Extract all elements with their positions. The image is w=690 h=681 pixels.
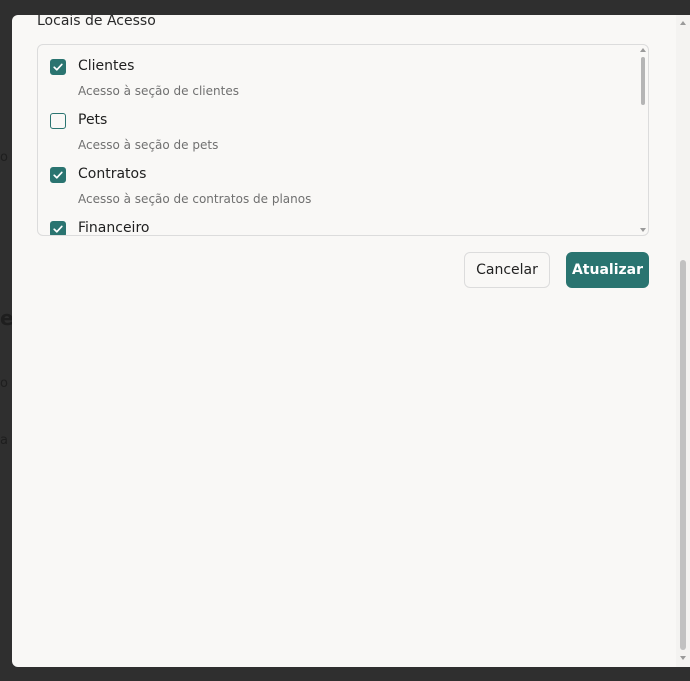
checkbox-clientes[interactable]	[50, 59, 66, 75]
access-item-label: Financeiro	[78, 220, 150, 235]
access-item-label: Contratos	[78, 166, 147, 182]
access-item-label: Pets	[78, 112, 108, 128]
scroll-up-arrow-icon[interactable]	[640, 48, 646, 52]
check-icon	[53, 225, 63, 233]
access-item-description: Acesso à seção de contratos de planos	[78, 192, 312, 206]
access-item-financeiro[interactable]: Financeiro	[50, 220, 610, 235]
scroll-down-arrow-icon[interactable]	[680, 656, 686, 660]
access-item-contratos[interactable]: Contratos Acesso à seção de contratos de…	[50, 166, 610, 217]
access-section-title: Locais de Acesso	[37, 15, 156, 29]
checkbox-contratos[interactable]	[50, 167, 66, 183]
access-list-box[interactable]: Clientes Acesso à seção de clientes Pets…	[37, 44, 649, 236]
background-page-fragment: o	[0, 150, 8, 165]
access-list: Clientes Acesso à seção de clientes Pets…	[38, 45, 634, 235]
update-button[interactable]: Atualizar	[566, 252, 649, 288]
access-item-clientes[interactable]: Clientes Acesso à seção de clientes	[50, 58, 610, 109]
modal-scrollbar-thumb[interactable]	[680, 260, 686, 650]
background-page-fragment: a	[0, 433, 8, 448]
check-icon	[53, 63, 63, 71]
access-item-description: Acesso à seção de clientes	[78, 84, 239, 98]
access-list-scrollbar-thumb[interactable]	[641, 57, 645, 105]
access-item-pets[interactable]: Pets Acesso à seção de pets	[50, 112, 610, 163]
check-icon	[53, 171, 63, 179]
modal-scrollbar[interactable]	[676, 15, 690, 667]
cancel-button[interactable]: Cancelar	[464, 252, 550, 288]
edit-access-modal: Locais de Acesso Clientes Acesso à seção…	[12, 15, 684, 667]
access-item-label: Clientes	[78, 58, 135, 74]
access-item-description: Acesso à seção de pets	[78, 138, 219, 152]
checkbox-pets[interactable]	[50, 113, 66, 129]
scroll-down-arrow-icon[interactable]	[640, 228, 646, 232]
scroll-up-arrow-icon[interactable]	[680, 21, 686, 25]
checkbox-financeiro[interactable]	[50, 221, 66, 235]
background-page-fragment: o	[0, 376, 8, 391]
